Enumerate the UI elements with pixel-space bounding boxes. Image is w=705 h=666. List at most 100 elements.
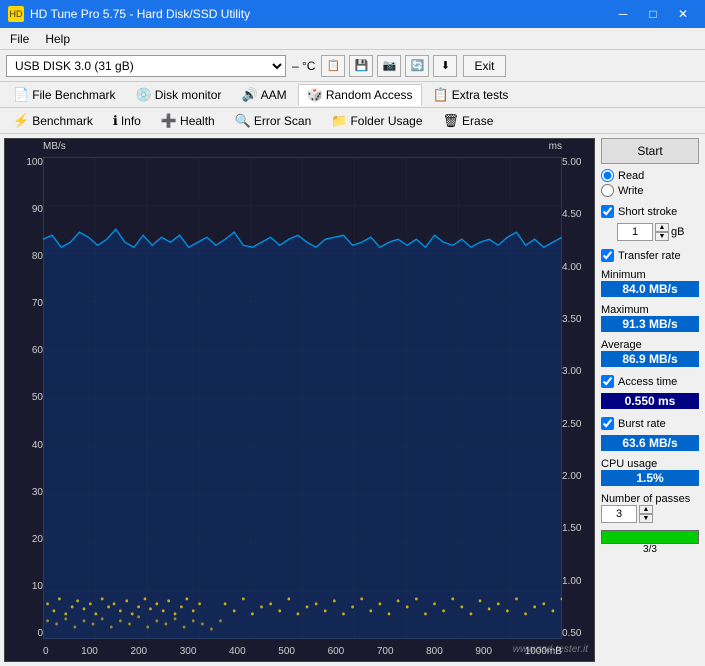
watermark: www.ssd-tester.it — [513, 644, 588, 655]
write-radio-label[interactable]: Write — [601, 184, 699, 197]
tab-folder-usage[interactable]: 📁 Folder Usage — [322, 110, 431, 132]
passes-label: Number of passes — [601, 493, 699, 505]
tab-benchmark[interactable]: ⚡ Benchmark — [4, 110, 102, 132]
passes-down[interactable]: ▼ — [639, 514, 653, 523]
y-label-70: 70 — [7, 298, 43, 309]
start-button[interactable]: Start — [601, 138, 699, 164]
x-label-100: 100 — [81, 646, 98, 657]
access-time-checkbox[interactable] — [601, 375, 614, 388]
tabs-row-1: 📄 File Benchmark 💿 Disk monitor 🔊 AAM 🎲 … — [0, 82, 705, 108]
mbs-label: MB/s — [43, 141, 66, 152]
device-select[interactable]: USB DISK 3.0 (31 gB) — [6, 55, 286, 77]
disk-monitor-icon: 💿 — [136, 87, 152, 103]
y-label-0: 0 — [7, 628, 43, 639]
tab-erase-label: Erase — [462, 114, 493, 128]
tab-random-access-label: Random Access — [326, 88, 413, 102]
maximum-label: Maximum — [601, 304, 699, 316]
chart-area: MB/s ms — [4, 138, 595, 662]
short-stroke-up[interactable]: ▲ — [655, 223, 669, 232]
error-scan-icon: 🔍 — [235, 113, 251, 129]
tab-aam[interactable]: 🔊 AAM — [232, 84, 295, 106]
x-label-0: 0 — [43, 646, 49, 657]
short-stroke-input[interactable] — [617, 223, 653, 241]
ms-label-500: 5.00 — [562, 157, 592, 168]
read-radio-label[interactable]: Read — [601, 169, 699, 182]
short-stroke-checkbox[interactable] — [601, 205, 614, 218]
short-stroke-label: Short stroke — [618, 206, 677, 218]
short-stroke-down[interactable]: ▼ — [655, 232, 669, 241]
transfer-rate-checkbox[interactable] — [601, 249, 614, 262]
short-stroke-checkbox-label[interactable]: Short stroke — [601, 205, 699, 218]
tab-file-benchmark[interactable]: 📄 File Benchmark — [4, 84, 125, 106]
exit-button[interactable]: Exit — [463, 55, 505, 77]
progress-text: 3/3 — [601, 544, 699, 555]
y-label-50: 50 — [7, 392, 43, 403]
tab-health[interactable]: ➕ Health — [152, 110, 224, 132]
y-label-90: 90 — [7, 204, 43, 215]
app-icon: HD — [8, 6, 24, 22]
maximize-button[interactable]: □ — [639, 4, 667, 24]
y-axis-mbs: 100 90 80 70 60 50 40 30 20 10 0 — [7, 157, 43, 639]
tab-error-scan[interactable]: 🔍 Error Scan — [226, 110, 321, 132]
read-radio[interactable] — [601, 169, 614, 182]
x-label-200: 200 — [130, 646, 147, 657]
extra-tests-icon: 📋 — [433, 87, 449, 103]
cpu-usage-value: 1.5% — [601, 470, 699, 486]
tab-info[interactable]: ℹ Info — [104, 110, 150, 132]
cpu-usage-section: CPU usage 1.5% — [601, 456, 699, 486]
toolbar-btn-5[interactable]: ⬇ — [433, 55, 457, 77]
short-stroke-spinner-row: ▲ ▼ gB — [617, 223, 699, 241]
menu-file[interactable]: File — [4, 30, 35, 48]
read-write-group: Read Write — [601, 169, 699, 197]
ms-label-100: 1.00 — [562, 576, 592, 587]
passes-section: Number of passes ▲ ▼ — [601, 491, 699, 523]
write-radio[interactable] — [601, 184, 614, 197]
tab-disk-monitor[interactable]: 💿 Disk monitor — [127, 84, 231, 106]
random-access-icon: 🎲 — [307, 87, 323, 103]
y-axis-ms: 5.00 4.50 4.00 3.50 3.00 2.50 2.00 1.50 … — [562, 157, 592, 639]
minimize-button[interactable]: ─ — [609, 4, 637, 24]
main-content: MB/s ms — [0, 134, 705, 666]
transfer-rate-checkbox-label[interactable]: Transfer rate — [601, 249, 699, 262]
y-label-100: 100 — [7, 157, 43, 168]
y-label-80: 80 — [7, 251, 43, 262]
tab-random-access[interactable]: 🎲 Random Access — [298, 84, 422, 106]
passes-up[interactable]: ▲ — [639, 505, 653, 514]
benchmark-icon: ⚡ — [13, 113, 29, 129]
tabs-row-2: ⚡ Benchmark ℹ Info ➕ Health 🔍 Error Scan… — [0, 108, 705, 134]
toolbar-btn-2[interactable]: 💾 — [349, 55, 373, 77]
access-time-checkbox-label[interactable]: Access time — [601, 375, 699, 388]
minimum-section: Minimum 84.0 MB/s — [601, 267, 699, 297]
transfer-area — [43, 229, 562, 639]
toolbar-btn-4[interactable]: 🔄 — [405, 55, 429, 77]
tab-disk-monitor-label: Disk monitor — [155, 88, 222, 102]
title-bar: HD HD Tune Pro 5.75 - Hard Disk/SSD Util… — [0, 0, 705, 28]
burst-rate-checkbox-label[interactable]: Burst rate — [601, 417, 699, 430]
folder-usage-icon: 📁 — [331, 113, 347, 129]
toolbar-btn-1[interactable]: 📋 — [321, 55, 345, 77]
y-label-30: 30 — [7, 487, 43, 498]
tab-info-label: Info — [121, 114, 141, 128]
maximum-value: 91.3 MB/s — [601, 316, 699, 332]
tab-erase[interactable]: 🗑 Erase — [434, 110, 503, 132]
menu-help[interactable]: Help — [39, 30, 76, 48]
tab-extra-tests[interactable]: 📋 Extra tests — [424, 84, 518, 106]
tab-aam-label: AAM — [261, 88, 287, 102]
right-panel: Start Read Write Short stroke ▲ ▼ gB — [595, 134, 705, 666]
burst-rate-checkbox[interactable] — [601, 417, 614, 430]
transfer-rate-label: Transfer rate — [618, 250, 681, 262]
short-stroke-unit: gB — [671, 226, 684, 238]
close-button[interactable]: ✕ — [669, 4, 697, 24]
temperature-display: – °C — [292, 59, 315, 73]
tab-health-label: Health — [180, 114, 215, 128]
toolbar-btn-3[interactable]: 📷 — [377, 55, 401, 77]
ms-label-250: 2.50 — [562, 419, 592, 430]
window-controls: ─ □ ✕ — [609, 4, 697, 24]
tab-file-benchmark-label: File Benchmark — [32, 88, 115, 102]
minimum-label: Minimum — [601, 269, 699, 281]
maximum-section: Maximum 91.3 MB/s — [601, 302, 699, 332]
passes-input[interactable] — [601, 505, 637, 523]
short-stroke-spinner-btns: ▲ ▼ — [655, 223, 669, 241]
x-label-600: 600 — [328, 646, 345, 657]
progress-section: 3/3 — [601, 528, 699, 555]
